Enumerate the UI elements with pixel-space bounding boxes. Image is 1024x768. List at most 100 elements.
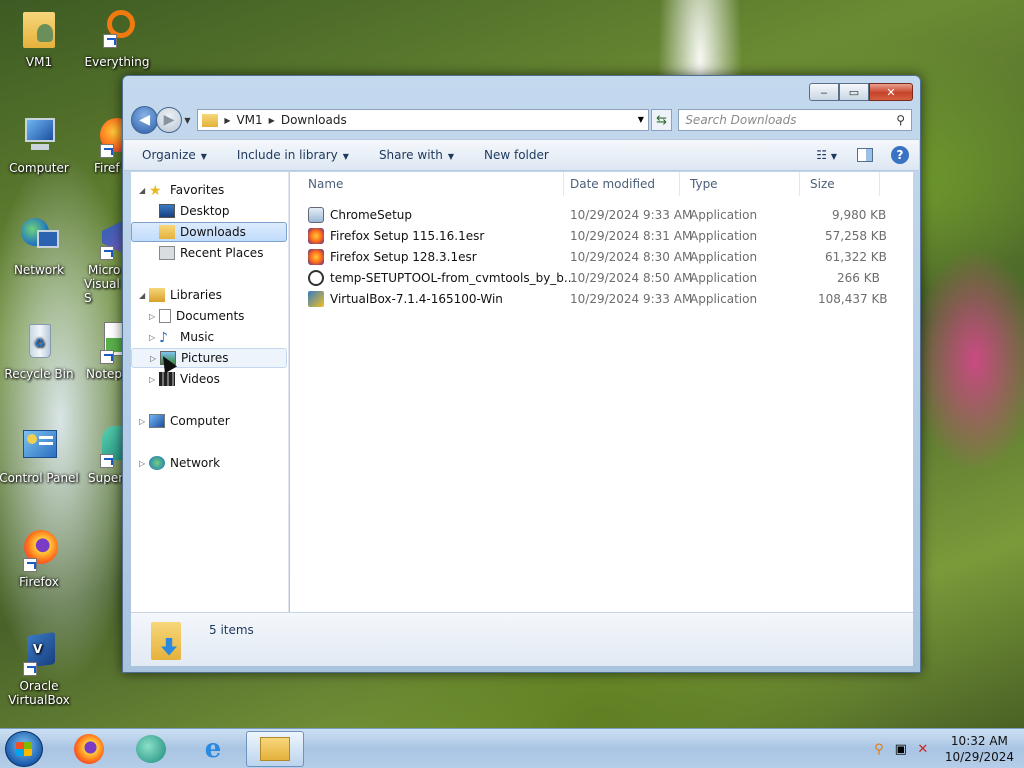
nav-documents[interactable]: ▷ Documents [149,306,244,326]
taskbar-app[interactable] [122,731,180,767]
nav-pictures[interactable]: ▷ Pictures [131,348,287,368]
column-header-name[interactable]: Name [298,172,564,196]
desktop-icon-firefox-partial[interactable]: Firef [66,114,126,175]
nav-desktop[interactable]: Desktop [159,201,230,221]
installer-icon [308,207,324,223]
back-button[interactable]: ◀ [131,106,159,134]
explorer-window[interactable]: ‒ ▭ ✕ ◀ ▶ ▼ ▶ VM1 ▶ Downloads ▼ ⇆ ⚲ Orga… [122,75,921,673]
documents-icon [159,309,171,323]
system-tray: ⚲ ▣ ✕ 10:32 AM 10/29/2024 [865,731,1014,767]
videos-icon [159,372,175,386]
setup-tool-icon [308,270,324,286]
file-size: 108,437 KB [818,292,888,306]
collapsed-triangle-icon[interactable]: ▷ [149,312,159,321]
address-bar[interactable]: ▶ VM1 ▶ Downloads ▼ [197,109,649,131]
taskbar-internet-explorer[interactable]: e [184,731,242,767]
chevron-down-icon: ▼ [830,152,837,161]
file-row-temp-setuptool[interactable]: temp-SETUPTOOL-from_cvmtools_by_b... 10/… [290,268,890,289]
firefox-installer-icon [308,228,324,244]
file-size: 61,322 KB [825,250,887,264]
start-button[interactable] [5,731,43,767]
close-button[interactable]: ✕ [869,83,913,101]
details-pane: 5 items [131,612,913,666]
collapsed-triangle-icon[interactable]: ▷ [149,333,159,342]
file-row-chromesetup[interactable]: ChromeSetup 10/29/2024 9:33 AM Applicati… [290,205,890,226]
search-input[interactable] [685,113,886,127]
search-icon[interactable]: ⚲ [896,113,905,127]
chevron-right-icon[interactable]: ▶ [269,116,275,125]
navigation-bar: ◀ ▶ ▼ ▶ VM1 ▶ Downloads ▼ ⇆ ⚲ [131,106,912,134]
clock[interactable]: 10:32 AM 10/29/2024 [945,733,1014,765]
collapsed-triangle-icon[interactable]: ▷ [139,459,149,468]
collapsed-triangle-icon[interactable]: ▷ [149,375,159,384]
desktop-icon-firefox[interactable]: Firefox [0,528,84,589]
file-type: Application [690,229,758,243]
maximize-button[interactable]: ▭ [839,83,869,101]
nav-computer[interactable]: ▷ Computer [139,411,230,431]
recent-pages-dropdown[interactable]: ▼ [182,116,194,125]
file-row-firefox-128[interactable]: Firefox Setup 128.3.1esr 10/29/2024 8:30… [290,247,890,268]
clock-date: 10/29/2024 [944,750,1014,764]
breadcrumb-vm1[interactable]: VM1 [236,113,262,127]
desktop-icon-notepad[interactable]: Notepa [66,320,126,381]
taskbar-windows-explorer[interactable] [246,731,304,767]
nav-libraries[interactable]: ◢ Libraries [139,285,222,305]
file-row-firefox-115[interactable]: Firefox Setup 115.16.1esr 10/29/2024 8:3… [290,226,890,247]
expand-triangle-icon[interactable]: ◢ [139,186,149,195]
column-name-label: Name [308,177,344,191]
firefox-icon [74,114,126,158]
virtualbox-icon: V [17,632,61,676]
navigation-pane[interactable]: ◢ ★ Favorites Desktop Downloads Recent P… [131,172,289,612]
nav-downloads[interactable]: Downloads [131,222,287,242]
search-box[interactable]: ⚲ [678,109,912,131]
minimize-button[interactable]: ‒ [809,83,839,101]
share-with-menu[interactable]: Share with ▼ [379,148,454,162]
preview-pane-button[interactable] [857,148,873,162]
desktop-icon-oracle-virtualbox[interactable]: V Oracle VirtualBox [0,632,84,707]
nav-favorites-label: Favorites [170,183,225,197]
nav-downloads-label: Downloads [180,225,246,239]
taskbar-firefox[interactable] [60,731,118,767]
volume-muted-icon[interactable]: ✕ [915,741,931,757]
chevron-right-icon[interactable]: ▶ [224,116,230,125]
desktop-icon-super[interactable]: Super [66,424,126,485]
desktop-icon-everything[interactable]: Everything [72,8,162,69]
column-header-type[interactable]: Type [680,172,800,196]
help-button[interactable]: ? [891,146,909,164]
desktop-icon-microsoft-visual[interactable]: Micro Visual S [66,216,126,305]
visual-studio-icon [74,216,126,260]
organize-label: Organize [142,148,196,162]
recycle-bin-icon: ♻ [17,320,61,364]
include-in-library-menu[interactable]: Include in library ▼ [237,148,349,162]
windows-explorer-icon [260,737,290,761]
arrow-left-icon: ◀ [139,112,151,128]
search-tray-icon[interactable]: ⚲ [871,741,887,757]
nav-favorites[interactable]: ◢ ★ Favorites [139,180,224,200]
nav-network[interactable]: ▷ Network [139,453,220,473]
change-view-button[interactable]: ☷ ▼ [816,148,837,162]
file-type: Application [690,292,758,306]
nav-music[interactable]: ▷ ♪ Music [149,327,214,347]
breadcrumb-downloads[interactable]: Downloads [281,113,347,127]
nav-music-label: Music [180,330,215,344]
chevron-down-icon[interactable]: ▼ [638,115,644,124]
firefox-icon [17,528,61,572]
nav-recent-places-label: Recent Places [180,246,264,260]
expand-triangle-icon[interactable]: ◢ [139,291,149,300]
file-date: 10/29/2024 8:31 AM [570,229,693,243]
column-header-size[interactable]: Size [800,172,880,196]
shortcut-arrow-icon [23,558,37,572]
refresh-button[interactable]: ⇆ [650,109,673,131]
column-header-date-modified[interactable]: Date modified [560,172,680,196]
item-count: 5 items [209,623,254,637]
toolbar-right: ☷ ▼ ? [816,146,909,164]
forward-button[interactable]: ▶ [156,107,182,133]
network-tray-icon[interactable]: ▣ [893,741,909,757]
collapsed-triangle-icon[interactable]: ▷ [139,417,149,426]
nav-recent-places[interactable]: Recent Places [159,243,263,263]
file-row-virtualbox[interactable]: VirtualBox-7.1.4-165100-Win 10/29/2024 9… [290,289,890,310]
file-list-pane[interactable]: Name Date modified Type Size ChromeSetup… [290,172,913,612]
nav-videos[interactable]: ▷ Videos [149,369,220,389]
new-folder-button[interactable]: New folder [484,148,549,162]
organize-menu[interactable]: Organize ▼ [142,148,207,162]
